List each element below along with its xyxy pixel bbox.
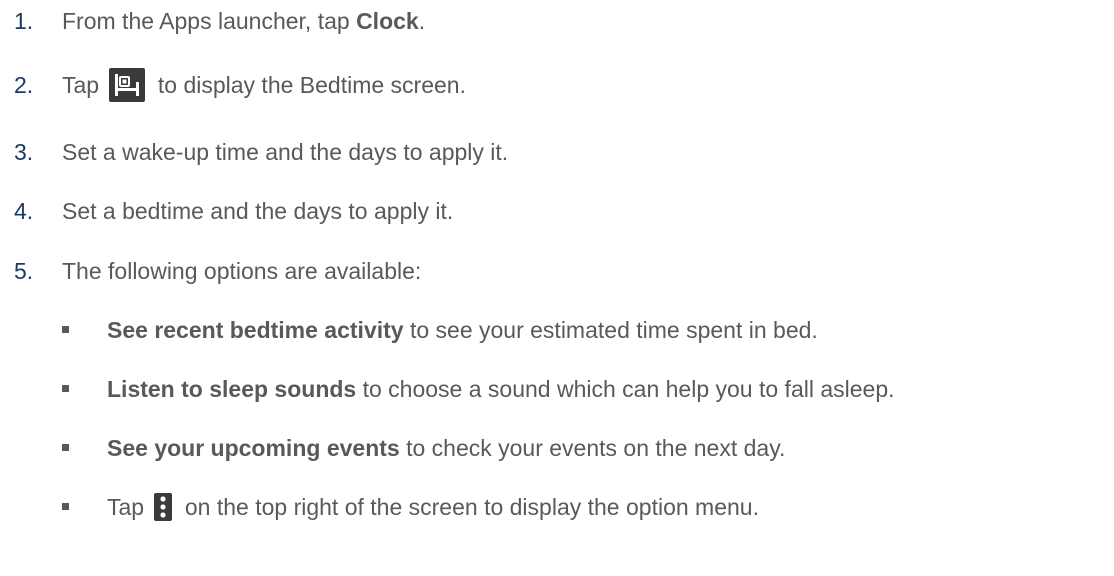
step-text: . [418, 8, 426, 34]
bullet-icon [62, 385, 69, 393]
step-text: From the Apps launcher, tap [62, 8, 357, 34]
step-text: to display the Bedtime screen. [151, 72, 466, 99]
step-text: Set a wake-up time and the days to apply… [62, 139, 509, 165]
option-bold-text: See recent bedtime activity [107, 317, 404, 343]
step-text: Set a bedtime and the days to apply it. [62, 198, 454, 224]
step-1: 1. From the Apps launcher, tap Clock. [14, 6, 425, 36]
option-text: on the top right of the screen to displa… [178, 494, 759, 520]
more-vert-icon [154, 492, 173, 521]
option-text: to check your events on the next day. [399, 435, 786, 461]
option-text: to see your estimated time spent in bed. [403, 317, 818, 343]
option-item: See recent bedtime activity to see your … [62, 315, 818, 345]
step-5: 5. The following options are available: [14, 256, 421, 286]
bullet-icon [62, 503, 69, 511]
option-bold-text: See your upcoming events [107, 435, 400, 461]
option-item: See your upcoming events to check your e… [62, 433, 785, 463]
step-number: 3. [14, 139, 34, 165]
bullet-icon [62, 444, 69, 452]
step-bold-text: Clock [356, 8, 419, 34]
option-item: Tap on the top right of the screen to di… [62, 492, 759, 523]
bullet-icon [62, 326, 69, 334]
bed-icon [109, 68, 146, 102]
step-4: 4. Set a bedtime and the days to apply it… [14, 196, 453, 226]
step-number: 2. [14, 72, 34, 99]
option-text: to choose a sound which can help you to … [356, 376, 895, 402]
option-bold-text: Listen to sleep sounds [107, 376, 357, 402]
step-number: 5. [14, 258, 34, 284]
step-number: 1. [14, 8, 34, 34]
option-item: Listen to sleep sounds to choose a sound… [62, 374, 895, 404]
step-number: 4. [14, 198, 34, 224]
step-text: The following options are available: [62, 258, 422, 284]
step-text: Tap [62, 72, 106, 99]
step-3: 3. Set a wake-up time and the days to app… [14, 137, 508, 167]
option-text: Tap [107, 494, 151, 520]
step-2: 2. Tap to display the Bedtime screen. [14, 68, 466, 104]
